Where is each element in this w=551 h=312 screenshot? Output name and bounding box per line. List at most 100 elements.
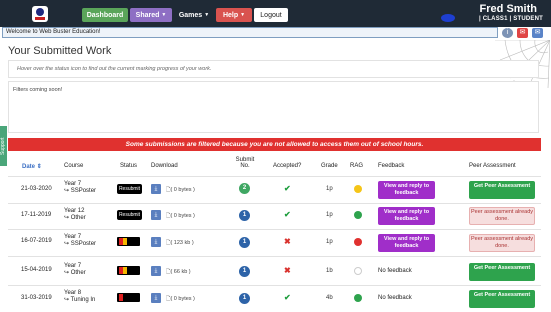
welcome-message: Welcome to Web Buster Education! <box>2 27 498 38</box>
support-side-tab[interactable]: Support <box>0 126 7 166</box>
download-size: 🗋( 0 bytes ) <box>166 186 195 195</box>
status-progress-icon[interactable] <box>117 293 140 302</box>
course-name: ↪ SSPoster <box>64 188 97 194</box>
download-icon[interactable]: ⤓ <box>151 184 161 194</box>
accepted-tick-icon: ✔ <box>284 184 291 193</box>
no-feedback-text: No feedback <box>378 295 412 301</box>
filter-alert-banner: Some submissions are filtered because yo… <box>8 138 541 151</box>
table-row-divider <box>8 229 541 230</box>
logout-button[interactable]: Logout <box>254 8 288 22</box>
table-row-divider <box>8 203 541 204</box>
row-date: 17-11-2019 <box>21 212 52 218</box>
filters-panel: Filters coming soon! <box>8 81 539 133</box>
mail-icon[interactable]: ✉ <box>532 28 543 38</box>
avatar[interactable] <box>441 14 455 22</box>
row-course: Year 12 ↪ Other <box>64 208 86 222</box>
peer-assessment-done-badge: Peer assessment already done. <box>469 207 535 225</box>
column-header-download: Download <box>151 163 178 169</box>
download-icon[interactable]: ⤓ <box>151 237 161 247</box>
get-peer-assessment-button[interactable]: Get Peer Assessment <box>469 263 535 281</box>
status-resubmit-badge[interactable]: Resubmit <box>117 184 142 194</box>
logo-icon[interactable] <box>30 4 50 24</box>
rag-indicator <box>354 211 362 219</box>
nav-help-menu[interactable]: Help ▼ <box>216 8 252 22</box>
course-year: Year 7 <box>64 234 82 240</box>
course-year: Year 7 <box>64 263 82 269</box>
course-year: Year 7 <box>64 181 82 187</box>
table-row-divider <box>8 256 541 257</box>
sort-icon: ⇕ <box>36 164 42 170</box>
peer-assessment-done-badge: Peer assessment already done. <box>469 234 535 252</box>
nav-help-label: Help <box>222 11 239 19</box>
status-segment <box>119 294 123 301</box>
download-size-text: ( 66 kb ) <box>170 269 191 275</box>
column-header-peer-assessment: Peer Assessment <box>469 163 516 169</box>
download-size-text: ( 123 kb ) <box>170 240 194 246</box>
course-name: ↪ Tuning In <box>64 297 96 303</box>
nav-dashboard-button[interactable]: Dashboard <box>82 8 128 22</box>
chevron-down-icon: ▼ <box>204 12 210 18</box>
row-course: Year 7 ↪ Other <box>64 263 86 277</box>
column-header-submit-no: Submit No. <box>235 157 255 169</box>
grade-value: 4b <box>326 295 333 301</box>
status-resubmit-badge[interactable]: Resubmit <box>117 210 142 220</box>
course-name: ↪ Other <box>64 215 86 221</box>
get-peer-assessment-button[interactable]: Get Peer Assessment <box>469 181 535 199</box>
table-row-divider <box>8 285 541 286</box>
chat-icon[interactable]: ✉ <box>517 28 528 38</box>
column-header-rag: RAG <box>350 163 364 169</box>
status-segment <box>123 238 127 245</box>
nav-shared-label: Shared <box>135 11 160 19</box>
row-date: 21-03-2020 <box>21 186 52 192</box>
row-date: 16-07-2019 <box>21 238 52 244</box>
submit-number: 1 <box>239 237 250 248</box>
submit-number: 1 <box>239 210 250 221</box>
status-progress-icon[interactable] <box>117 237 140 246</box>
download-icon[interactable]: ⤓ <box>151 266 161 276</box>
row-date: 31-03-2019 <box>21 295 52 301</box>
download-icon[interactable]: ⤓ <box>151 293 161 303</box>
chevron-down-icon: ▼ <box>161 12 167 18</box>
view-feedback-button[interactable]: View and reply to feedback <box>378 234 435 252</box>
rag-indicator <box>354 238 362 246</box>
grade-value: 1p <box>326 239 333 245</box>
submit-number: 1 <box>239 293 250 304</box>
grade-value: 1p <box>326 212 333 218</box>
column-header-accepted: Accepted? <box>273 163 302 169</box>
course-name: ↪ SSPoster <box>64 241 97 247</box>
rag-indicator <box>354 267 362 275</box>
row-course: Year 8 ↪ Tuning In <box>64 290 95 304</box>
row-date: 15-04-2019 <box>21 267 52 273</box>
download-icon[interactable]: ⤓ <box>151 210 161 220</box>
filters-text: Filters coming soon! <box>13 87 63 93</box>
view-feedback-button[interactable]: View and reply to feedback <box>378 207 435 225</box>
status-progress-icon[interactable] <box>117 266 140 275</box>
course-year: Year 12 <box>64 208 85 214</box>
nav-shared-menu[interactable]: Shared ▼ <box>130 8 172 22</box>
accepted-tick-icon: ✔ <box>284 293 291 302</box>
accepted-tick-icon: ✔ <box>284 210 291 219</box>
download-size-text: ( 0 bytes ) <box>170 187 195 193</box>
status-segment <box>123 267 127 274</box>
nav-games-menu[interactable]: Games ▼ <box>176 8 212 22</box>
rejected-cross-icon: ✖ <box>284 237 291 246</box>
user-class-role: | CLASS1 | STUDENT <box>479 16 543 22</box>
rag-indicator <box>354 294 362 302</box>
no-feedback-text: No feedback <box>378 268 412 274</box>
view-feedback-button[interactable]: View and reply to feedback <box>378 181 435 199</box>
download-size: 🗋( 66 kb ) <box>166 268 191 277</box>
info-icon[interactable]: i <box>502 28 513 38</box>
row-course: Year 7 ↪ SSPoster <box>64 234 96 248</box>
download-size-text: ( 0 bytes ) <box>170 213 195 219</box>
user-name[interactable]: Fred Smith <box>480 3 537 15</box>
submit-number: 2 <box>239 183 250 194</box>
rag-indicator <box>354 185 362 193</box>
course-name: ↪ Other <box>64 270 86 276</box>
column-header-status: Status <box>120 163 138 169</box>
rejected-cross-icon: ✖ <box>284 266 291 275</box>
course-year: Year 8 <box>64 290 82 296</box>
column-header-date[interactable]: Date ⇕ <box>22 163 42 170</box>
get-peer-assessment-button[interactable]: Get Peer Assessment <box>469 290 535 308</box>
page-title: Your Submitted Work <box>8 45 112 57</box>
column-header-feedback: Feedback <box>378 163 405 169</box>
